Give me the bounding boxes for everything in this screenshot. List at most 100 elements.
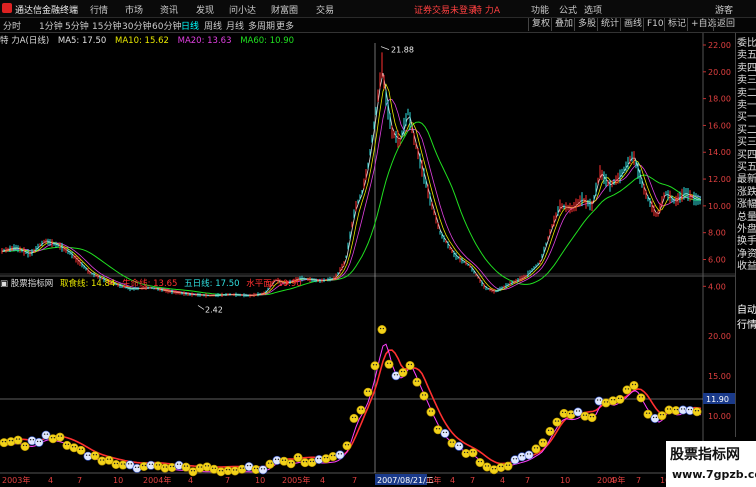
smiley-eye — [204, 465, 207, 467]
smiley-eye — [487, 465, 490, 467]
period-tab-daily[interactable]: 日线 — [181, 19, 199, 32]
back-button[interactable]: 返回 — [713, 18, 738, 31]
smiley-eye — [43, 433, 46, 435]
menu-item-market[interactable]: 行情 — [90, 3, 108, 16]
smiley-eye — [106, 458, 109, 460]
side-panel-item[interactable]: 卖五 — [737, 50, 756, 62]
side-panel-item[interactable]: 买五 — [737, 162, 756, 174]
smiley-eye — [137, 466, 140, 469]
time-tick-label: 7 — [77, 476, 82, 485]
period-tab-monthly[interactable]: 月线 — [226, 19, 244, 32]
smiley-eye — [403, 370, 406, 373]
price-tick-label: 6.00 — [708, 255, 726, 264]
side-panel-item[interactable]: 买一 — [737, 112, 756, 124]
indicator-name: 股票指标网 — [10, 279, 54, 289]
side-panel-item[interactable]: 行情 — [737, 320, 756, 332]
smiley-face-mark — [349, 413, 359, 423]
side-panel-item[interactable]: 卖四 — [737, 63, 756, 75]
period-tab-30min[interactable]: 30分钟 — [122, 19, 151, 32]
side-panel-item[interactable]: 收益 — [737, 261, 756, 273]
menu-function[interactable]: 功能 — [531, 3, 549, 16]
menu-item-discover[interactable]: 发现 — [196, 3, 214, 16]
price-tick-label: 10.00 — [708, 202, 731, 211]
smiley-eye — [340, 453, 343, 455]
smiley-eye — [232, 469, 235, 471]
guest-user[interactable]: 游客 — [715, 3, 733, 16]
smiley-eye — [102, 459, 105, 461]
smiley-face-mark — [538, 438, 548, 448]
quote-side-panel: 委比 卖五 卖四 卖三 卖二 卖一 买一 买二 买三 买四 买五 最新 涨跌 涨幅 总量 外盘 换手 净资 收益自动… — [735, 33, 756, 437]
side-panel-item[interactable]: 委比 — [737, 38, 756, 50]
smiley-eye — [596, 399, 599, 401]
smiley-eye — [519, 455, 522, 457]
side-panel-item[interactable]: 卖一 — [737, 100, 756, 112]
smiley-eye — [186, 465, 189, 467]
period-tab-weekly[interactable]: 周线 — [204, 19, 222, 32]
five-day-line-label: 五日线: 17.50 — [184, 279, 240, 289]
menu-item-trade[interactable]: 交易 — [316, 3, 334, 16]
side-panel-item[interactable]: 买三 — [737, 137, 756, 149]
smiley-eye — [459, 444, 462, 446]
feed-line — [1, 343, 702, 473]
smiley-eye — [319, 457, 322, 460]
side-panel-item[interactable]: 卖三 — [737, 75, 756, 87]
time-tick-label: 4 — [610, 476, 615, 485]
smiley-eye — [337, 453, 340, 455]
side-panel-item[interactable]: 总量 — [737, 212, 756, 224]
period-tab-more[interactable]: 更多 — [276, 19, 294, 32]
side-panel-item[interactable]: 买四 — [737, 150, 756, 162]
menu-item-assistant[interactable]: 问小达 — [229, 3, 256, 16]
watermark-url: www.7gpzb.com — [672, 468, 756, 481]
menu-item-markets[interactable]: 市场 — [125, 3, 143, 16]
stock-name: 特 力A — [473, 6, 501, 16]
stats-button[interactable]: 统计 — [597, 18, 622, 31]
menu-formula[interactable]: 公式 — [559, 3, 577, 16]
smiley-eye — [309, 460, 312, 463]
period-tab-15min[interactable]: 15分钟 — [92, 19, 121, 32]
period-tab-5min[interactable]: 5分钟 — [65, 19, 89, 32]
price-tick-label: 14.00 — [708, 148, 731, 157]
smiley-face-mark — [34, 437, 44, 447]
menu-item-news[interactable]: 资讯 — [160, 3, 178, 16]
side-panel-item[interactable]: 净资 — [737, 249, 756, 261]
side-panel-item[interactable]: 最新 — [737, 174, 756, 186]
side-panel-item[interactable]: 外盘 — [737, 224, 756, 236]
period-tab-timeshare[interactable]: 分时 — [3, 19, 21, 32]
period-tab-1min[interactable]: 1分钟 — [39, 19, 63, 32]
time-tick-label: 7 — [352, 476, 357, 485]
kline-chart-area[interactable]: 22.00 20.00 18.00 16.00 14.00 12.00 10.00 8.00 6… — [0, 33, 735, 487]
smiley-eye — [491, 468, 494, 470]
smiley-eye — [694, 409, 697, 412]
smiley-eye — [372, 364, 375, 366]
period-tab-60min[interactable]: 60分钟 — [152, 19, 181, 32]
smiley-eye — [127, 463, 130, 465]
smiley-eye — [277, 458, 280, 461]
side-panel-item[interactable]: 自动 — [737, 305, 756, 317]
overlay-button[interactable]: 叠加 — [551, 18, 576, 31]
smiley-eye — [599, 399, 602, 401]
smiley-eye — [613, 398, 616, 401]
period-tab-multi[interactable]: 多周期 — [248, 19, 275, 32]
smiley-eye — [386, 362, 389, 365]
smiley-eye — [379, 327, 382, 330]
smiley-eye — [221, 470, 224, 472]
draw-line-button[interactable]: 画线 — [620, 18, 645, 31]
adjust-button[interactable]: 复权 — [528, 18, 553, 31]
side-panel-item[interactable]: 卖二 — [737, 88, 756, 100]
menu-item-wealth[interactable]: 财富圈 — [271, 3, 298, 16]
multi-stock-button[interactable]: 多股 — [574, 18, 599, 31]
time-tick-label: 4 — [48, 476, 53, 485]
login-status[interactable]: 证券交易未登录 — [414, 3, 477, 16]
smiley-eye — [249, 464, 252, 467]
smiley-eye — [526, 453, 529, 455]
side-panel-item[interactable]: 买二 — [737, 125, 756, 137]
side-panel-item[interactable]: 换手 — [737, 236, 756, 248]
mark-button[interactable]: 标记 — [664, 18, 689, 31]
smiley-eye — [141, 464, 144, 467]
menu-options[interactable]: 选项 — [584, 3, 602, 16]
side-panel-item[interactable]: 涨跌 — [737, 187, 756, 199]
smiley-eye — [242, 467, 245, 469]
side-panel-item[interactable]: 涨幅 — [737, 199, 756, 211]
smiley-face-mark — [398, 368, 408, 378]
smiley-eye — [445, 431, 448, 434]
